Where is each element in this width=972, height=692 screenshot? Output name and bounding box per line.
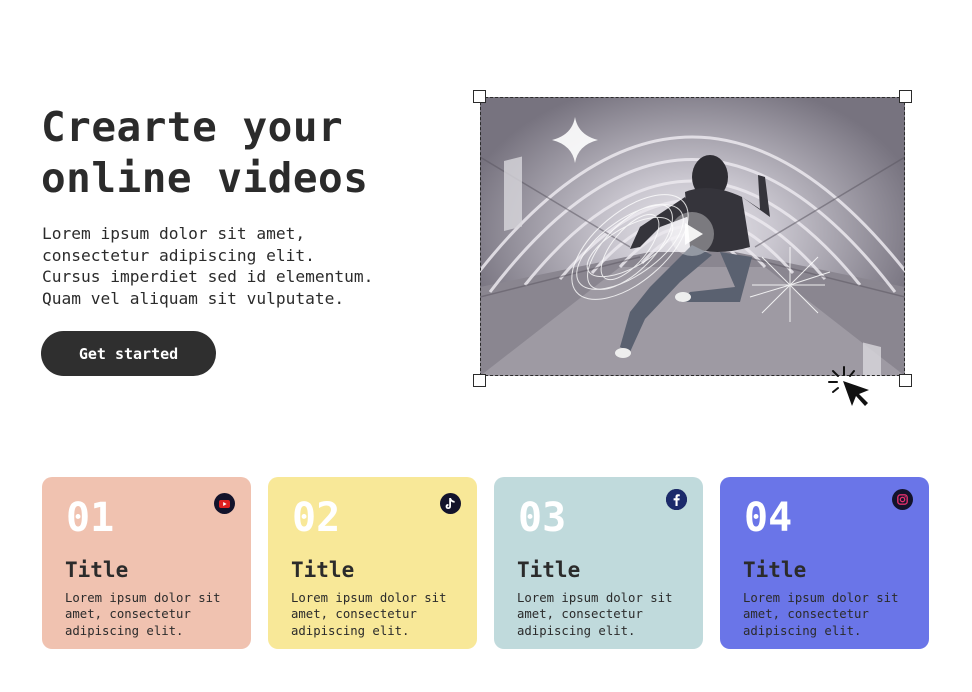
feature-card[interactable]: 01 Title Lorem ipsum dolor sit amet, con… [42,477,251,649]
resize-handle-top-left[interactable] [473,90,486,103]
feature-card[interactable]: 04 Title Lorem ipsum dolor sit amet, con… [720,477,929,649]
feature-card[interactable]: 03 Title Lorem ipsum dolor sit amet, con… [494,477,703,649]
card-number: 03 [518,495,567,541]
card-text-line: adipiscing elit. [517,623,636,638]
instagram-icon[interactable] [892,489,913,510]
video-preview[interactable] [458,90,927,407]
card-text-line: Lorem ipsum dolor sit [517,591,673,605]
card-number: 01 [66,495,115,541]
card-text-line: adipiscing elit. [65,623,184,638]
tiktok-icon[interactable] [440,493,461,514]
card-text-line: amet, consectetur [743,607,869,622]
hero-title-line: Crearte your [41,103,344,151]
card-text: Lorem ipsum dolor sit amet, consectetur … [743,590,898,639]
hero-description-line: consectetur adipiscing elit. [42,245,315,265]
card-title: Title [743,558,807,582]
youtube-icon[interactable] [214,493,235,514]
resize-handle-bottom-right[interactable] [899,374,912,387]
video-thumbnail [458,97,927,407]
feature-card[interactable]: 02 Title Lorem ipsum dolor sit amet, con… [268,477,477,649]
click-cursor-icon [828,366,869,406]
card-text-line: amet, consectetur [517,607,643,622]
card-text-line: adipiscing elit. [743,623,862,638]
card-text: Lorem ipsum dolor sit amet, consectetur … [517,590,672,639]
card-text: Lorem ipsum dolor sit amet, consectetur … [65,590,220,639]
hero-description-line: Cursus imperdiet sed id elementum. [42,267,374,287]
hero-description-line: Quam vel aliquam sit vulputate. [42,288,345,308]
hero-title-line: online videos [41,154,369,202]
resize-handle-top-right[interactable] [899,90,912,103]
card-title: Title [65,558,129,582]
card-text-line: adipiscing elit. [291,623,410,638]
hero-description: Lorem ipsum dolor sit amet, consectetur … [42,223,373,309]
hero-title: Crearte your online videos [41,102,368,204]
card-title: Title [517,558,581,582]
card-text-line: amet, consectetur [65,607,191,622]
get-started-button[interactable]: Get started [41,331,216,376]
card-title: Title [291,558,355,582]
card-number: 04 [744,495,793,541]
play-button-icon[interactable] [670,212,714,256]
facebook-icon[interactable] [666,489,687,510]
card-text-line: Lorem ipsum dolor sit [291,591,447,605]
card-text-line: Lorem ipsum dolor sit [743,591,899,605]
card-text-line: Lorem ipsum dolor sit [65,591,221,605]
hero-description-line: Lorem ipsum dolor sit amet, [42,224,306,243]
card-number: 02 [292,495,341,541]
card-text-line: amet, consectetur [291,607,417,622]
resize-handle-bottom-left[interactable] [473,374,486,387]
card-text: Lorem ipsum dolor sit amet, consectetur … [291,590,446,639]
